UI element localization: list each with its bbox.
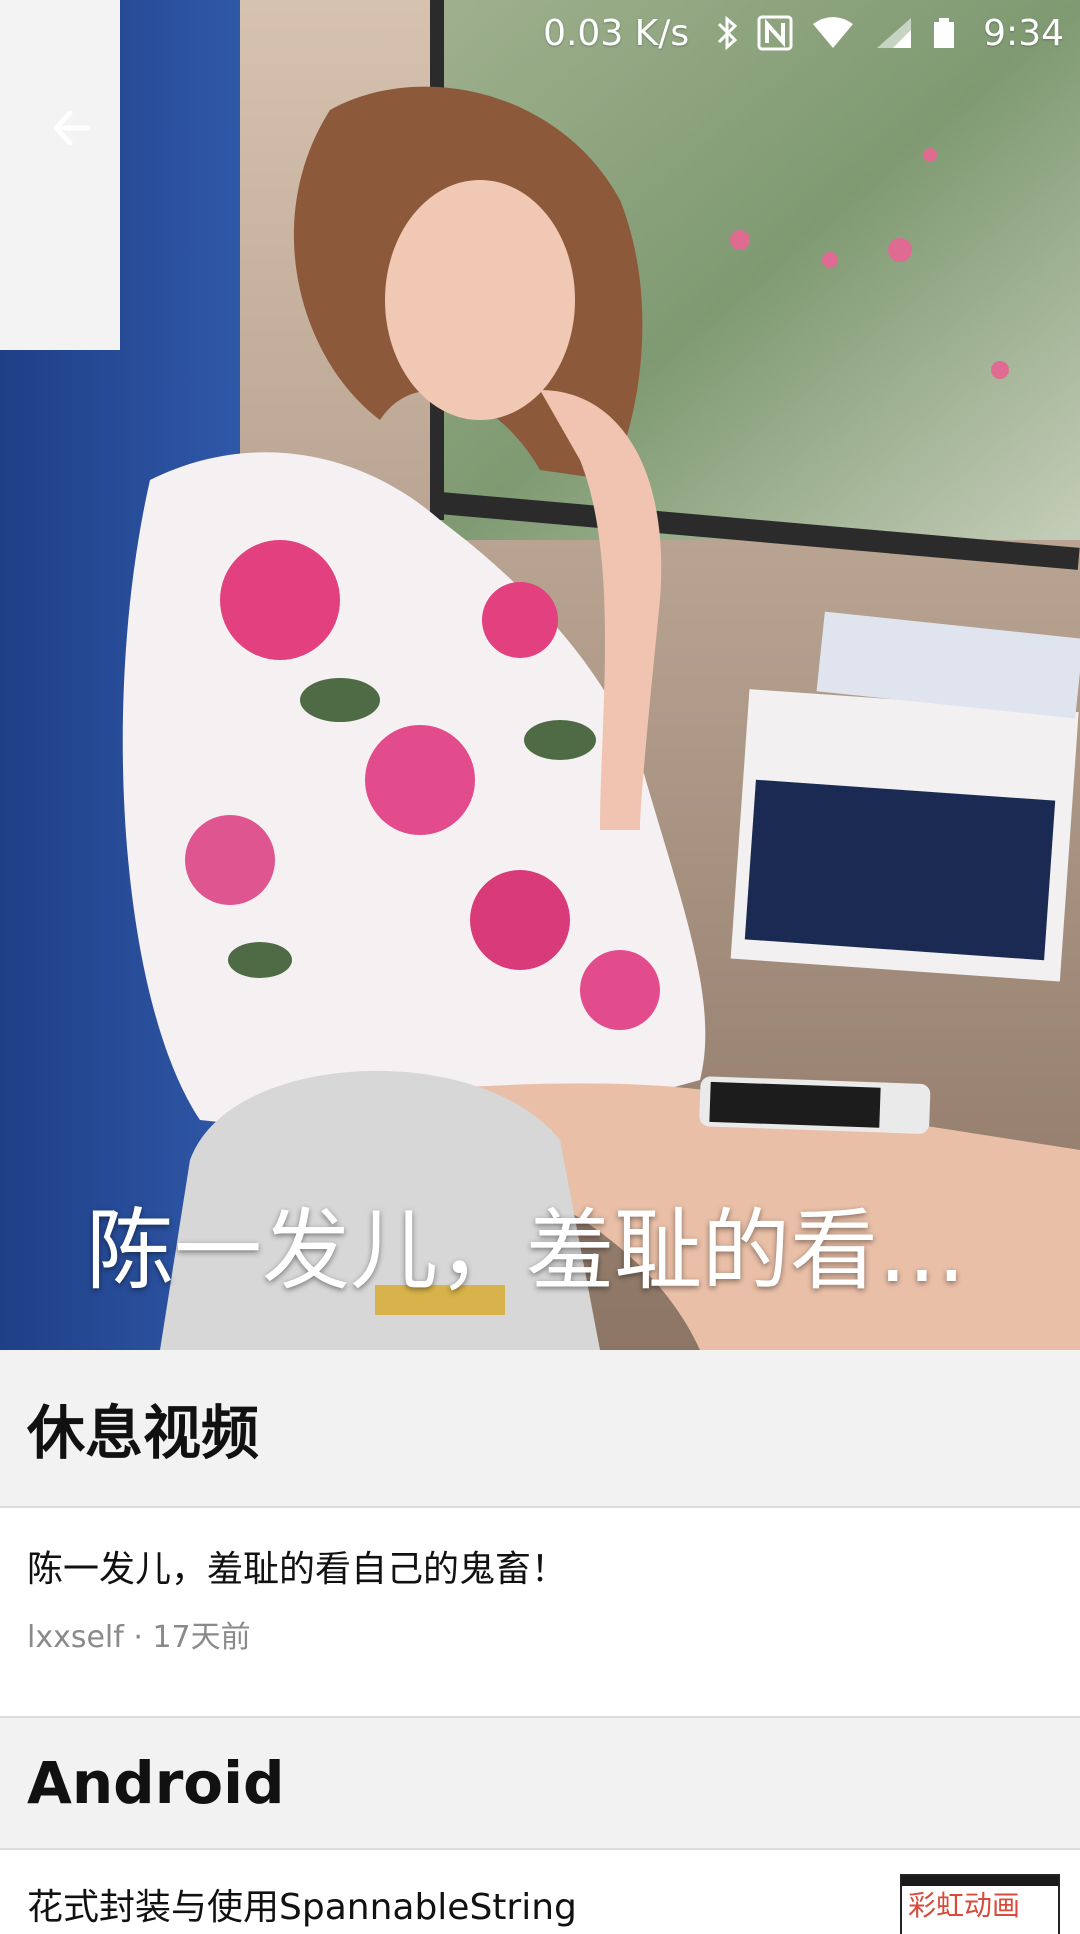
article-thumbnail[interactable]: 彩虹动画 bbox=[900, 1874, 1060, 1934]
section-header-android: Android bbox=[0, 1718, 1080, 1848]
thumbnail-status-bar bbox=[902, 1876, 1058, 1886]
battery-icon bbox=[931, 16, 957, 50]
nfc-icon bbox=[757, 15, 793, 51]
arrow-left-icon bbox=[53, 110, 91, 146]
back-button[interactable] bbox=[36, 92, 108, 164]
section-header-rest-videos: 休息视频 bbox=[0, 1350, 1080, 1506]
meta-separator: · bbox=[123, 1620, 153, 1655]
article-title: 花式封装与使用SpannableString bbox=[27, 1887, 577, 1928]
clock: 9:34 bbox=[983, 12, 1064, 54]
hero-image[interactable]: 0.03 K/s 9:34 陈一发儿，羞耻的看… bbox=[0, 0, 1080, 1350]
article-title: 陈一发儿，羞耻的看自己的鬼畜！ bbox=[27, 1549, 568, 1590]
time-ago: 17天前 bbox=[152, 1620, 251, 1655]
article-meta: lxxself · 17天前 bbox=[27, 1612, 251, 1656]
bluetooth-icon bbox=[715, 15, 739, 51]
list-item[interactable]: 陈一发儿，羞耻的看自己的鬼畜！ lxxself · 17天前 bbox=[0, 1508, 1080, 1716]
author-name: lxxself bbox=[27, 1620, 124, 1655]
status-bar: 0.03 K/s 9:34 bbox=[0, 0, 1080, 66]
thumbnail-label-text: 彩虹动画 bbox=[908, 1889, 1021, 1922]
mobile-signal-icon bbox=[873, 16, 913, 50]
network-speed: 0.03 K/s bbox=[543, 12, 690, 54]
hero-photo bbox=[0, 0, 1080, 1350]
thumbnail-label: 彩虹动画 bbox=[902, 1886, 1058, 1926]
hero-title: 陈一发儿，羞耻的看… bbox=[86, 1199, 967, 1302]
wifi-icon bbox=[811, 16, 855, 50]
